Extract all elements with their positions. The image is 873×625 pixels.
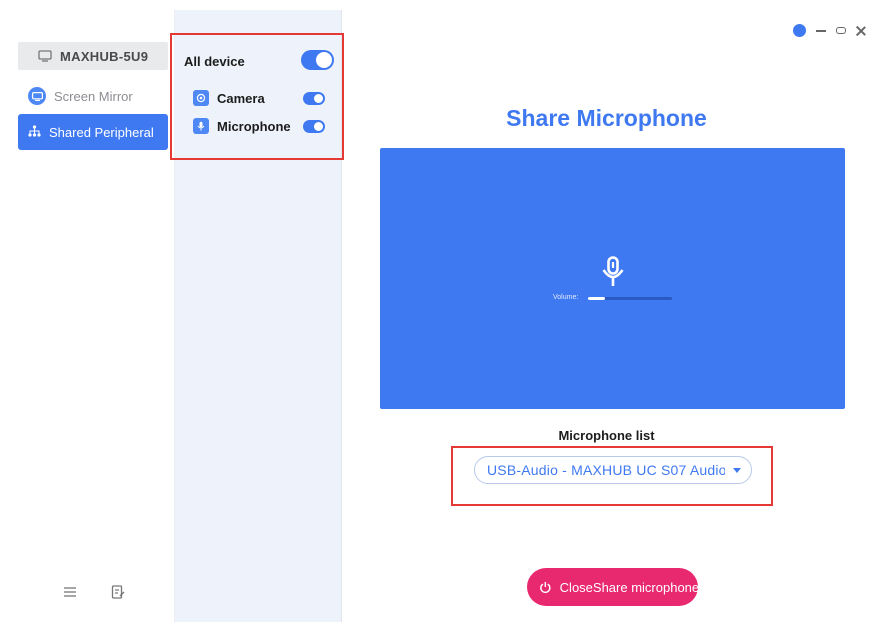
microphone-list-label: Microphone list [558, 428, 655, 443]
sidebar-item-label: Screen Mirror [54, 88, 133, 104]
volume-level-fill [588, 297, 605, 300]
screen-mirror-icon [28, 87, 46, 105]
window-controls [793, 24, 866, 37]
sidebar-item-screen-mirror[interactable]: Screen Mirror [18, 78, 168, 114]
volume-meter [588, 297, 672, 300]
close-icon[interactable] [856, 26, 866, 36]
power-icon [540, 581, 551, 593]
main-panel: Share Microphone Volume: Microphone list… [343, 10, 870, 622]
shared-peripheral-icon [28, 124, 41, 140]
app-window: MAXHUB-5U9 Screen Mirror Shared Peripher… [10, 10, 870, 622]
monitor-icon [38, 50, 52, 62]
volume-label: Volume: [553, 294, 579, 301]
page-title: Share Microphone [506, 105, 707, 131]
highlight-box-microphone-list [451, 446, 773, 506]
notes-icon[interactable] [110, 584, 126, 600]
microphone-icon [602, 256, 624, 286]
sidebar: MAXHUB-5U9 Screen Mirror Shared Peripher… [10, 10, 175, 622]
microphone-preview: Volume: [380, 148, 845, 409]
sidebar-item-shared-peripheral[interactable]: Shared Peripheral [18, 114, 168, 150]
status-icon[interactable] [793, 24, 806, 37]
close-share-button[interactable]: CloseShare microphone [527, 568, 698, 606]
sidebar-item-label: Shared Peripheral [49, 124, 154, 140]
minimize-icon[interactable] [816, 29, 826, 32]
device-chip[interactable]: MAXHUB-5U9 [18, 42, 168, 70]
device-name: MAXHUB-5U9 [60, 48, 149, 64]
close-share-label: CloseShare microphone [559, 579, 698, 595]
maximize-icon[interactable] [836, 27, 846, 34]
menu-icon[interactable] [62, 584, 78, 600]
highlight-box-devices [170, 33, 344, 160]
